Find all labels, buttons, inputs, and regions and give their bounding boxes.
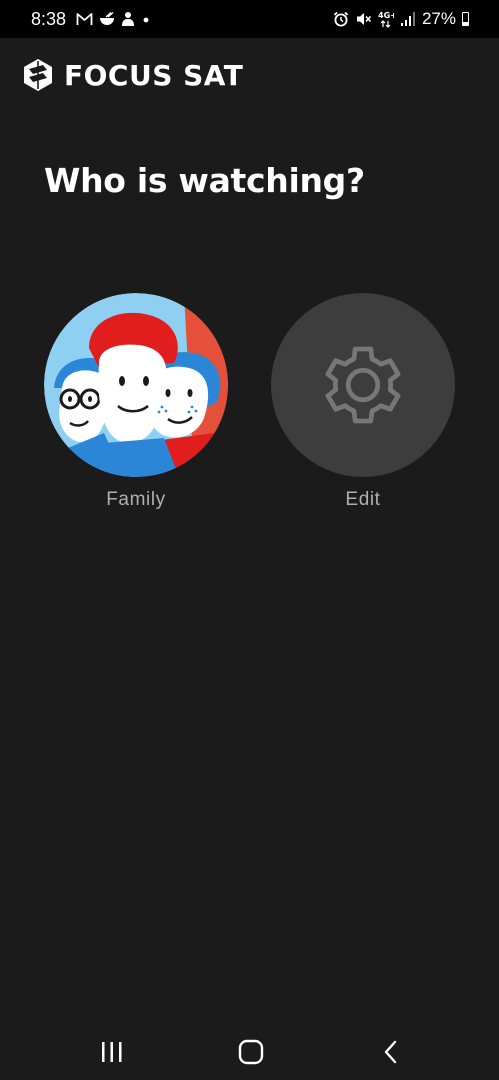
recents-button[interactable] (92, 1032, 132, 1072)
profile-edit[interactable]: Edit (271, 293, 455, 511)
navigation-bar (0, 1018, 499, 1080)
back-button[interactable] (371, 1032, 411, 1072)
person-icon (122, 12, 134, 26)
signal-icon (400, 12, 415, 26)
focus-sat-logo-icon (24, 59, 52, 91)
gear-icon (325, 346, 401, 424)
svg-text:4G+: 4G+ (378, 11, 394, 20)
alarm-icon (333, 11, 349, 27)
battery-percent: 27% (421, 9, 456, 28)
edit-button[interactable] (271, 293, 455, 477)
profile-label-edit: Edit (345, 489, 381, 510)
mute-icon (356, 13, 372, 25)
gmail-icon (76, 13, 93, 25)
home-button[interactable] (231, 1032, 271, 1072)
brand-header: FOCUS SAT (21, 58, 243, 92)
status-system-icons: 4G+ 27% (333, 8, 469, 30)
status-bar: 8:38 4G+ 27% (0, 0, 499, 38)
brand-name: FOCUS SAT (64, 58, 244, 92)
status-time: 8:38 (31, 9, 67, 29)
dot-icon (143, 17, 149, 23)
ramen-icon (100, 11, 114, 25)
battery-icon (462, 12, 469, 26)
profile-family[interactable]: Family (44, 293, 228, 511)
family-avatar-illustration (44, 293, 228, 477)
home-icon (238, 1039, 264, 1065)
back-icon (384, 1040, 397, 1064)
4g-icon: 4G+ (378, 11, 394, 28)
family-avatar[interactable] (44, 293, 228, 477)
status-notification-icons (76, 11, 151, 27)
page-title: Who is watching? (44, 161, 365, 200)
recents-icon (102, 1042, 122, 1062)
profile-label-family: Family (106, 489, 166, 510)
